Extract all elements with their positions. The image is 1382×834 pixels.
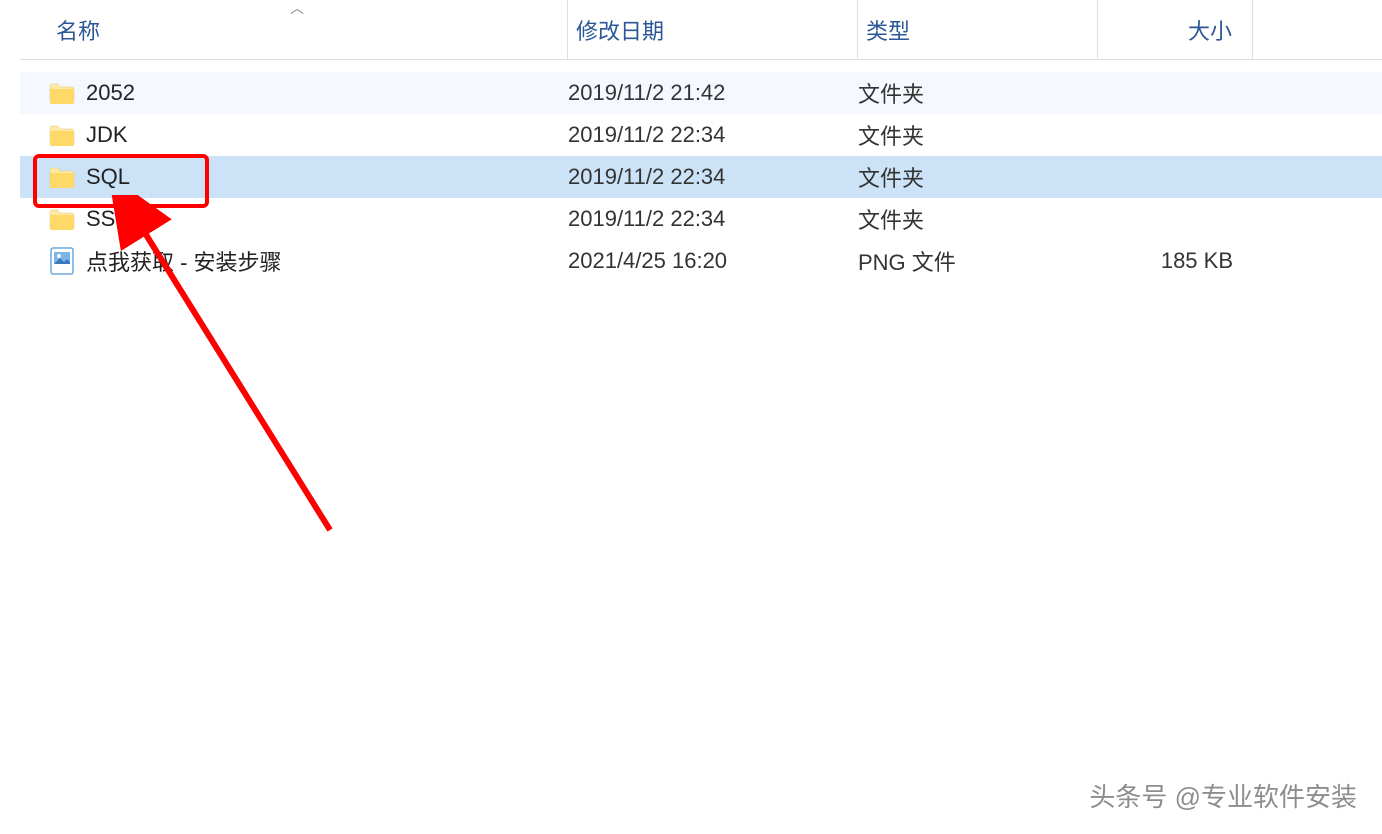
file-date-cell: 2021/4/25 16:20 [568, 248, 858, 274]
file-name-cell: SSMS [48, 206, 568, 232]
file-name-cell: JDK [48, 122, 568, 148]
file-list: 20522019/11/2 21:42文件夹JDK2019/11/2 22:34… [0, 60, 1382, 282]
file-type-cell: 文件夹 [858, 119, 1098, 151]
file-type-cell: 文件夹 [858, 77, 1098, 109]
column-header-type[interactable]: 类型 [858, 0, 1098, 59]
column-header-date[interactable]: 修改日期 [568, 0, 858, 59]
file-name-cell: 点我获取 - 安装步骤 [48, 245, 568, 277]
file-size-cell: 185 KB [1098, 248, 1253, 274]
file-row[interactable]: SSMS 2019/11/2 22:34文件夹 [0, 198, 1382, 240]
column-header-row: ︿ 名称 修改日期 类型 大小 [0, 0, 1382, 60]
folder-icon [48, 166, 76, 188]
file-type-cell: PNG 文件 [858, 245, 1098, 277]
file-name-label: 点我获取 - 安装步骤 [86, 245, 282, 277]
column-header-size-label: 大小 [1188, 14, 1232, 46]
file-name-label: JDK [86, 122, 128, 148]
watermark-text: 头条号 @专业软件安装 [1089, 777, 1357, 814]
file-row[interactable]: 2052 2019/11/2 21:42文件夹 [0, 72, 1382, 114]
folder-icon [48, 124, 76, 146]
folder-icon [48, 208, 76, 230]
file-type-cell: 文件夹 [858, 161, 1098, 193]
sort-indicator-icon: ︿ [290, 0, 304, 18]
file-date-cell: 2019/11/2 22:34 [568, 164, 858, 190]
file-name-label: SQL [86, 164, 130, 190]
file-name-cell: 2052 [48, 80, 568, 106]
file-explorer-window: ︿ 名称 修改日期 类型 大小 20522019/11/2 21:42文件夹JD… [0, 0, 1382, 834]
left-edge-panel [0, 0, 20, 834]
column-header-type-label: 类型 [866, 14, 910, 46]
file-date-cell: 2019/11/2 22:34 [568, 122, 858, 148]
column-header-name[interactable]: 名称 [48, 0, 568, 59]
image-file-icon [50, 247, 74, 275]
file-row[interactable]: JDK 2019/11/2 22:34文件夹 [0, 114, 1382, 156]
file-row[interactable]: SQL 2019/11/2 22:34文件夹 [0, 156, 1382, 198]
file-date-cell: 2019/11/2 22:34 [568, 206, 858, 232]
column-header-size[interactable]: 大小 [1098, 0, 1253, 59]
file-row[interactable]: 点我获取 - 安装步骤 2021/4/25 16:20PNG 文件185 KB [0, 240, 1382, 282]
file-name-label: SSMS [86, 206, 148, 232]
column-header-date-label: 修改日期 [576, 14, 664, 46]
file-type-cell: 文件夹 [858, 203, 1098, 235]
file-name-label: 2052 [86, 80, 135, 106]
file-name-cell: SQL [48, 164, 568, 190]
file-date-cell: 2019/11/2 21:42 [568, 80, 858, 106]
column-header-name-label: 名称 [56, 14, 100, 46]
folder-icon [48, 82, 76, 104]
